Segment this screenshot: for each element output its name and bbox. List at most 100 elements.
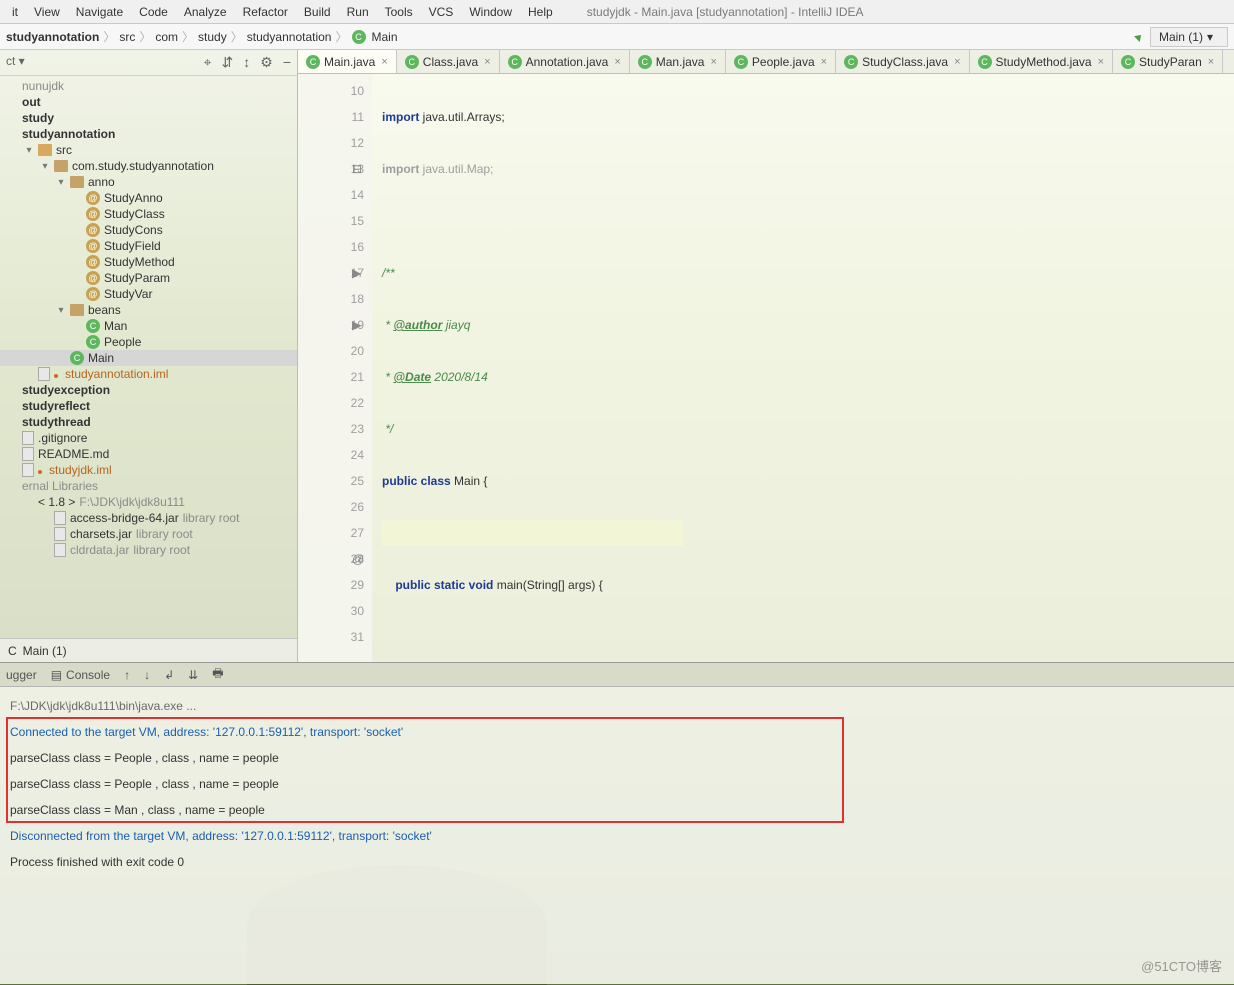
editor-panel: CMain.java×CClass.java×CAnnotation.java×… [298, 50, 1234, 662]
tree-item-label: anno [88, 175, 115, 189]
editor-tab[interactable]: CStudyClass.java× [836, 50, 969, 73]
gutter: 10111213⊟14151617▶1819▶20212223242526272… [298, 74, 372, 662]
code[interactable]: import java.util.Arrays; import java.uti… [372, 74, 683, 662]
tree-item[interactable]: @StudyMethod [0, 254, 297, 270]
tree-item[interactable]: studyjdk.iml [0, 462, 297, 478]
menu-item-navigate[interactable]: Navigate [70, 3, 129, 21]
tree-item[interactable]: out [0, 94, 297, 110]
tree-item[interactable]: ▾src [0, 142, 297, 158]
menu-item-it[interactable]: it [6, 3, 24, 21]
scroll-icon[interactable]: ⇊ [188, 668, 198, 682]
tree-item-label: studyjdk.iml [49, 463, 112, 477]
tab-label: Class.java [423, 55, 478, 69]
run-config-dropdown[interactable]: Main (1) ▾ [1150, 27, 1228, 47]
crumb-study[interactable]: study [198, 30, 227, 44]
tree-item-label: out [22, 95, 41, 109]
tree-item[interactable]: CPeople [0, 334, 297, 350]
crumb-main[interactable]: Main [372, 30, 398, 44]
tree-item[interactable]: nunujdk [0, 78, 297, 94]
filter-icon[interactable]: ⇵ [222, 54, 234, 71]
menu-item-help[interactable]: Help [522, 3, 559, 21]
menu-item-vcs[interactable]: VCS [423, 3, 460, 21]
tree-item[interactable]: studyreflect [0, 398, 297, 414]
menu-item-run[interactable]: Run [341, 3, 375, 21]
tree-item[interactable]: ▾anno [0, 174, 297, 190]
anno-icon: @ [86, 255, 100, 269]
project-tree[interactable]: nunujdkoutstudystudyannotation▾src▾com.s… [0, 76, 297, 638]
console-panel: ugger ▤Console ↑ ↓ ↲ ⇊ 🖶 F:\JDK\jdk\jdk8… [0, 662, 1234, 984]
gear-icon[interactable]: ⚙ [260, 54, 273, 71]
editor-tab[interactable]: CMain.java× [298, 50, 397, 73]
class-icon: C [734, 55, 748, 69]
editor-tab[interactable]: CPeople.java× [726, 50, 836, 73]
close-icon[interactable]: × [614, 56, 620, 68]
close-icon[interactable]: × [821, 56, 827, 68]
tree-item[interactable]: access-bridge-64.jar library root [0, 510, 297, 526]
sort-icon[interactable]: ↕ [243, 54, 250, 71]
crumb-studyannotation[interactable]: studyannotation [247, 30, 332, 44]
editor-tab[interactable]: CAnnotation.java× [500, 50, 630, 73]
tree-item[interactable]: @StudyParam [0, 270, 297, 286]
close-icon[interactable]: × [381, 56, 387, 68]
print-icon[interactable]: 🖶 [212, 664, 223, 685]
tree-item[interactable]: ▾beans [0, 302, 297, 318]
tree-item[interactable]: @StudyField [0, 238, 297, 254]
close-icon[interactable]: × [1208, 56, 1214, 68]
editor-tab[interactable]: CStudyMethod.java× [970, 50, 1114, 73]
editor-tab[interactable]: CClass.java× [397, 50, 500, 73]
tree-item[interactable]: @StudyAnno [0, 190, 297, 206]
tree-item[interactable]: studyannotation [0, 126, 297, 142]
anno-icon: @ [86, 271, 100, 285]
debugger-tab[interactable]: ugger [6, 668, 37, 682]
code-area[interactable]: 10111213⊟14151617▶1819▶20212223242526272… [298, 74, 1234, 662]
tree-item[interactable]: .gitignore [0, 430, 297, 446]
tree-item[interactable]: ▾com.study.studyannotation [0, 158, 297, 174]
tree-item[interactable]: charsets.jar library root [0, 526, 297, 542]
prev-icon[interactable]: ↑ [124, 668, 130, 682]
tree-item[interactable]: study [0, 110, 297, 126]
class-icon: C [70, 351, 84, 365]
tree-item-label: studyannotation [22, 127, 115, 141]
build-icon[interactable] [1132, 29, 1146, 43]
menu-item-window[interactable]: Window [463, 3, 518, 21]
close-icon[interactable]: × [1098, 56, 1104, 68]
tree-item[interactable]: README.md [0, 446, 297, 462]
menu-item-view[interactable]: View [28, 3, 66, 21]
tree-item[interactable]: CMain [0, 350, 297, 366]
editor-tab[interactable]: CStudyParan× [1113, 50, 1223, 73]
tree-item[interactable]: CMan [0, 318, 297, 334]
class-icon: C [306, 55, 320, 69]
crumb-project[interactable]: studyannotation [6, 30, 99, 44]
tree-item[interactable]: studyannotation.iml [0, 366, 297, 382]
next-icon[interactable]: ↓ [144, 668, 150, 682]
file-icon [22, 431, 34, 445]
wrap-icon[interactable]: ↲ [164, 668, 174, 682]
tree-item[interactable]: ernal Libraries [0, 478, 297, 494]
project-dropdown[interactable]: ct ▾ [6, 54, 25, 71]
tree-item[interactable]: @StudyVar [0, 286, 297, 302]
tree-item[interactable]: cldrdata.jar library root [0, 542, 297, 558]
editor-tab[interactable]: CMan.java× [630, 50, 726, 73]
structure-panel[interactable]: C Main (1) [0, 638, 297, 662]
menu-item-tools[interactable]: Tools [379, 3, 419, 21]
file-icon [54, 511, 66, 525]
close-icon[interactable]: × [954, 56, 960, 68]
crumb-com[interactable]: com [155, 30, 178, 44]
tree-item[interactable]: @StudyCons [0, 222, 297, 238]
console-output[interactable]: F:\JDK\jdk\jdk8u111\bin\java.exe ... Con… [0, 687, 1234, 984]
tree-item[interactable]: studyexception [0, 382, 297, 398]
menu-item-refactor[interactable]: Refactor [237, 3, 294, 21]
tree-item[interactable]: @StudyClass [0, 206, 297, 222]
menu-item-build[interactable]: Build [298, 3, 337, 21]
target-icon[interactable]: ⌖ [204, 54, 212, 71]
console-tab[interactable]: ▤Console [51, 668, 110, 682]
close-icon[interactable]: × [484, 56, 490, 68]
tree-item-label: StudyClass [104, 207, 165, 221]
close-icon[interactable]: × [710, 56, 716, 68]
menu-item-analyze[interactable]: Analyze [178, 3, 233, 21]
collapse-icon[interactable]: − [283, 54, 291, 71]
tree-item[interactable]: < 1.8 > F:\JDK\jdk\jdk8u111 [0, 494, 297, 510]
menu-item-code[interactable]: Code [133, 3, 174, 21]
tree-item[interactable]: studythread [0, 414, 297, 430]
crumb-src[interactable]: src [119, 30, 135, 44]
